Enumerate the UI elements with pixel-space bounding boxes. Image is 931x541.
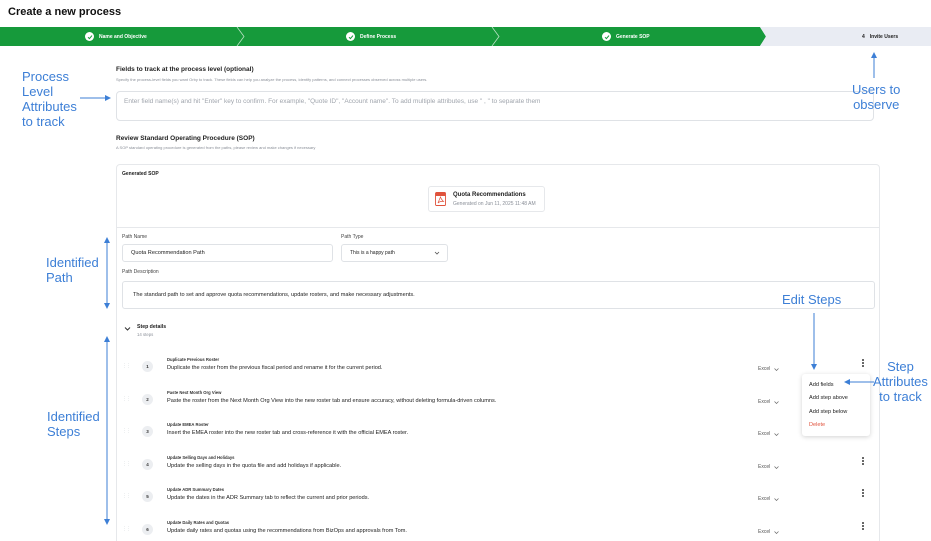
annotation-identified-steps: Identified Steps xyxy=(47,409,100,439)
annotation-process-attributes: Process Level Attributes to track xyxy=(22,69,77,129)
annotation-users-to-observe: Users to observe xyxy=(852,82,901,112)
annotation-step-attributes: Step Attributes to track xyxy=(873,359,928,404)
annotation-edit-steps: Edit Steps xyxy=(782,292,842,307)
annotation-identified-path: Identified Path xyxy=(46,255,99,285)
annotation-arrows xyxy=(80,52,877,525)
